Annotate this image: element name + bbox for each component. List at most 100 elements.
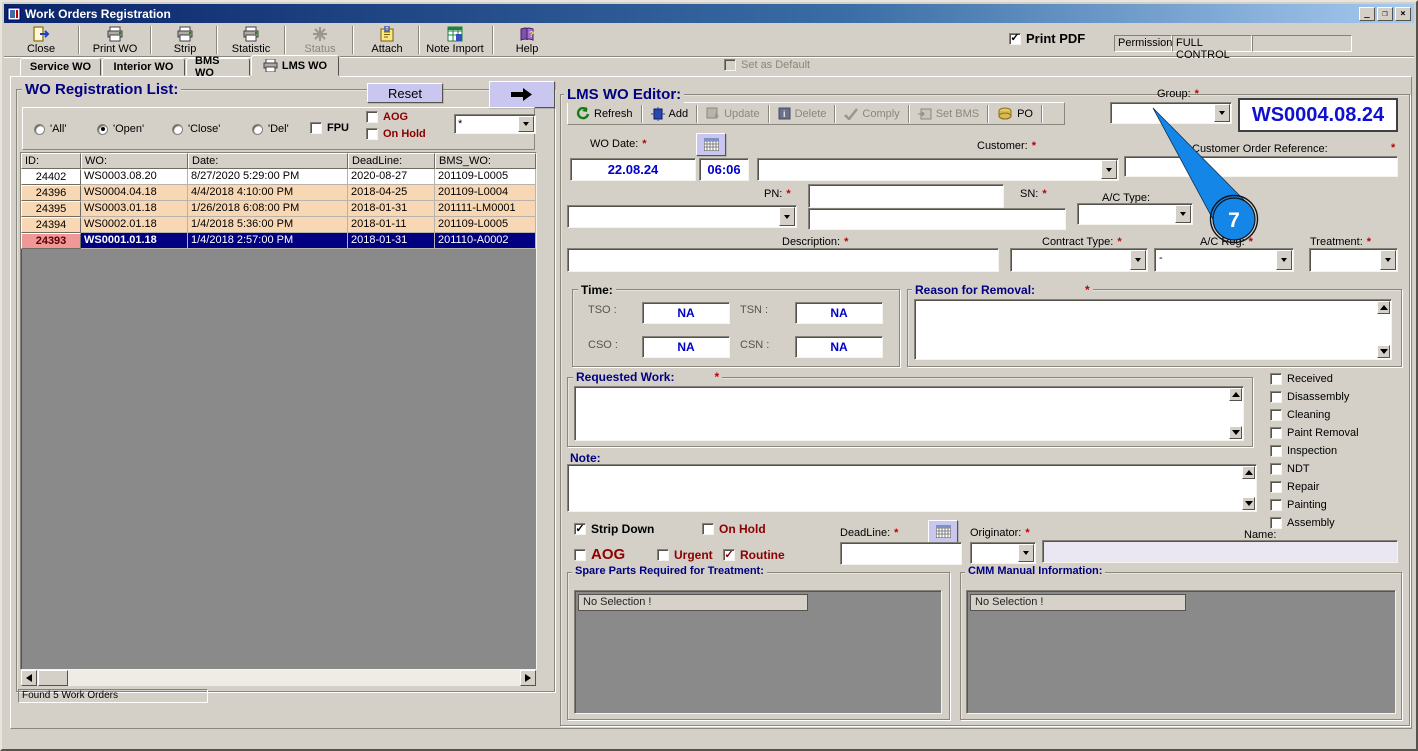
radio-close[interactable]: 'Close' [172, 123, 220, 135]
refresh-button[interactable]: Refresh [568, 104, 641, 124]
statistic-button[interactable]: Statistic [220, 25, 282, 56]
table-row[interactable]: 24394 WS0002.01.18 1/4/2018 5:36:00 PM 2… [21, 217, 536, 233]
scroll-down-icon[interactable] [1229, 426, 1242, 439]
customer-dropdown[interactable] [757, 158, 1119, 181]
tsn-field[interactable]: NA [795, 302, 883, 324]
requested-work-textarea[interactable] [574, 386, 1244, 441]
ac-reg-dropdown[interactable]: - [1154, 248, 1294, 272]
print-wo-button[interactable]: Print WO [84, 25, 146, 56]
table-row[interactable]: 24395 WS0003.01.18 1/26/2018 6:08:00 PM … [21, 201, 536, 217]
radio-del[interactable]: 'Del' [252, 123, 289, 135]
scroll-down-icon[interactable] [1242, 497, 1255, 510]
close-button[interactable]: Close [10, 25, 72, 56]
wo-time-field[interactable]: 06:06 [699, 158, 749, 181]
reset-button[interactable]: Reset [367, 83, 443, 103]
chevron-down-icon[interactable] [1380, 250, 1396, 270]
tab-service-wo[interactable]: Service WO [20, 58, 101, 76]
chevron-down-icon[interactable] [1175, 205, 1191, 223]
checkbox-inspection[interactable]: Inspection [1270, 445, 1337, 457]
scroll-thumb[interactable] [38, 670, 68, 686]
strip-button[interactable]: Strip [154, 25, 216, 56]
cso-field[interactable]: NA [642, 336, 730, 358]
treatment-dropdown[interactable] [1309, 248, 1398, 272]
pn-dropdown[interactable] [567, 205, 797, 228]
aog-checkbox[interactable]: AOG [574, 546, 625, 563]
chevron-down-icon[interactable] [1276, 250, 1292, 270]
scroll-up-icon[interactable] [1242, 466, 1255, 479]
group-dropdown[interactable] [1110, 102, 1232, 124]
col-deadline[interactable]: DeadLine: [348, 153, 435, 169]
deadline-field[interactable] [840, 542, 962, 565]
onhold-filter-checkbox[interactable]: On Hold [366, 128, 426, 140]
scroll-up-icon[interactable] [1377, 301, 1390, 314]
calendar-icon[interactable] [928, 520, 958, 543]
print-pdf-checkbox[interactable]: Print PDF [1009, 31, 1085, 46]
chevron-down-icon[interactable] [518, 116, 534, 132]
calendar-icon[interactable] [696, 133, 726, 156]
checkbox-repair[interactable]: Repair [1270, 481, 1319, 493]
csn-field[interactable]: NA [795, 336, 883, 358]
table-row-selected[interactable]: 24393 WS0001.01.18 1/4/2018 2:57:00 PM 2… [21, 233, 536, 249]
chevron-down-icon[interactable] [1101, 160, 1117, 179]
add-button[interactable]: Add [643, 104, 697, 124]
originator-dropdown[interactable] [970, 542, 1036, 564]
scroll-right-icon[interactable] [520, 670, 536, 686]
checkbox-received[interactable]: Received [1270, 373, 1333, 385]
on-hold-checkbox[interactable]: On Hold [702, 522, 766, 536]
routine-checkbox[interactable]: Routine [723, 548, 785, 562]
contract-type-dropdown[interactable] [1010, 248, 1148, 272]
col-id[interactable]: ID: [21, 153, 81, 169]
next-arrow-button[interactable] [489, 81, 555, 108]
radio-all[interactable]: 'All' [34, 123, 66, 135]
ac-type-dropdown[interactable] [1077, 203, 1193, 225]
checkbox-assembly[interactable]: Assembly [1270, 517, 1335, 529]
help-button[interactable]: ? Help [496, 25, 558, 56]
col-wo[interactable]: WO: [81, 153, 188, 169]
customer-order-ref-field[interactable] [1124, 156, 1398, 177]
note-textarea[interactable] [567, 464, 1257, 512]
customer-label: Customer:* [977, 140, 1036, 152]
sn-label: SN:* [1020, 188, 1047, 200]
scroll-left-icon[interactable] [21, 670, 37, 686]
checkmark-icon [844, 108, 858, 120]
wo-list-title: WO Registration List: [22, 81, 181, 98]
minimize-icon[interactable]: _ [1359, 7, 1375, 21]
strip-down-checkbox[interactable]: Strip Down [574, 522, 654, 536]
checkbox-disassembly[interactable]: Disassembly [1270, 391, 1349, 403]
attach-button[interactable]: Attach [356, 25, 418, 56]
checkbox-painting[interactable]: Painting [1270, 499, 1327, 511]
tso-field[interactable]: NA [642, 302, 730, 324]
col-bms-wo[interactable]: BMS_WO: [435, 153, 536, 169]
chevron-down-icon[interactable] [779, 207, 795, 226]
tab-interior-wo[interactable]: Interior WO [102, 58, 185, 76]
po-button[interactable]: PO [989, 104, 1041, 124]
sn-field[interactable] [808, 208, 1066, 230]
checkbox-cleaning[interactable]: Cleaning [1270, 409, 1330, 421]
restore-icon[interactable]: ❐ [1377, 7, 1393, 21]
chevron-down-icon[interactable] [1018, 544, 1034, 562]
checkbox-ndt[interactable]: NDT [1270, 463, 1310, 475]
checkbox-paint-removal[interactable]: Paint Removal [1270, 427, 1359, 439]
scroll-up-icon[interactable] [1229, 388, 1242, 401]
scroll-down-icon[interactable] [1377, 345, 1390, 358]
pn-search-field[interactable] [808, 184, 1004, 208]
col-date[interactable]: Date: [188, 153, 348, 169]
wo-number-display: WS0004.08.24 [1238, 98, 1398, 132]
table-row[interactable]: 24396 WS0004.04.18 4/4/2018 4:10:00 PM 2… [21, 185, 536, 201]
radio-open[interactable]: 'Open' [97, 123, 144, 135]
urgent-checkbox[interactable]: Urgent [657, 548, 713, 562]
chevron-down-icon[interactable] [1214, 104, 1230, 122]
tab-lms-wo[interactable]: LMS WO [251, 55, 339, 76]
h-scrollbar[interactable] [21, 670, 536, 686]
reason-textarea[interactable] [914, 299, 1392, 360]
table-row[interactable]: 24402 WS0003.08.20 8/27/2020 5:29:00 PM … [21, 169, 536, 185]
note-import-button[interactable]: Note Import [422, 25, 488, 56]
aog-filter-checkbox[interactable]: AOG [366, 111, 408, 123]
description-field[interactable] [567, 248, 999, 272]
chevron-down-icon[interactable] [1130, 250, 1146, 270]
tab-bms-wo[interactable]: BMS WO [186, 58, 250, 76]
fpu-checkbox[interactable]: FPU [310, 122, 349, 134]
close-icon[interactable]: × [1395, 7, 1411, 21]
wo-date-field[interactable]: 22.08.24 [570, 158, 696, 181]
filter-dropdown[interactable]: * [454, 114, 536, 134]
